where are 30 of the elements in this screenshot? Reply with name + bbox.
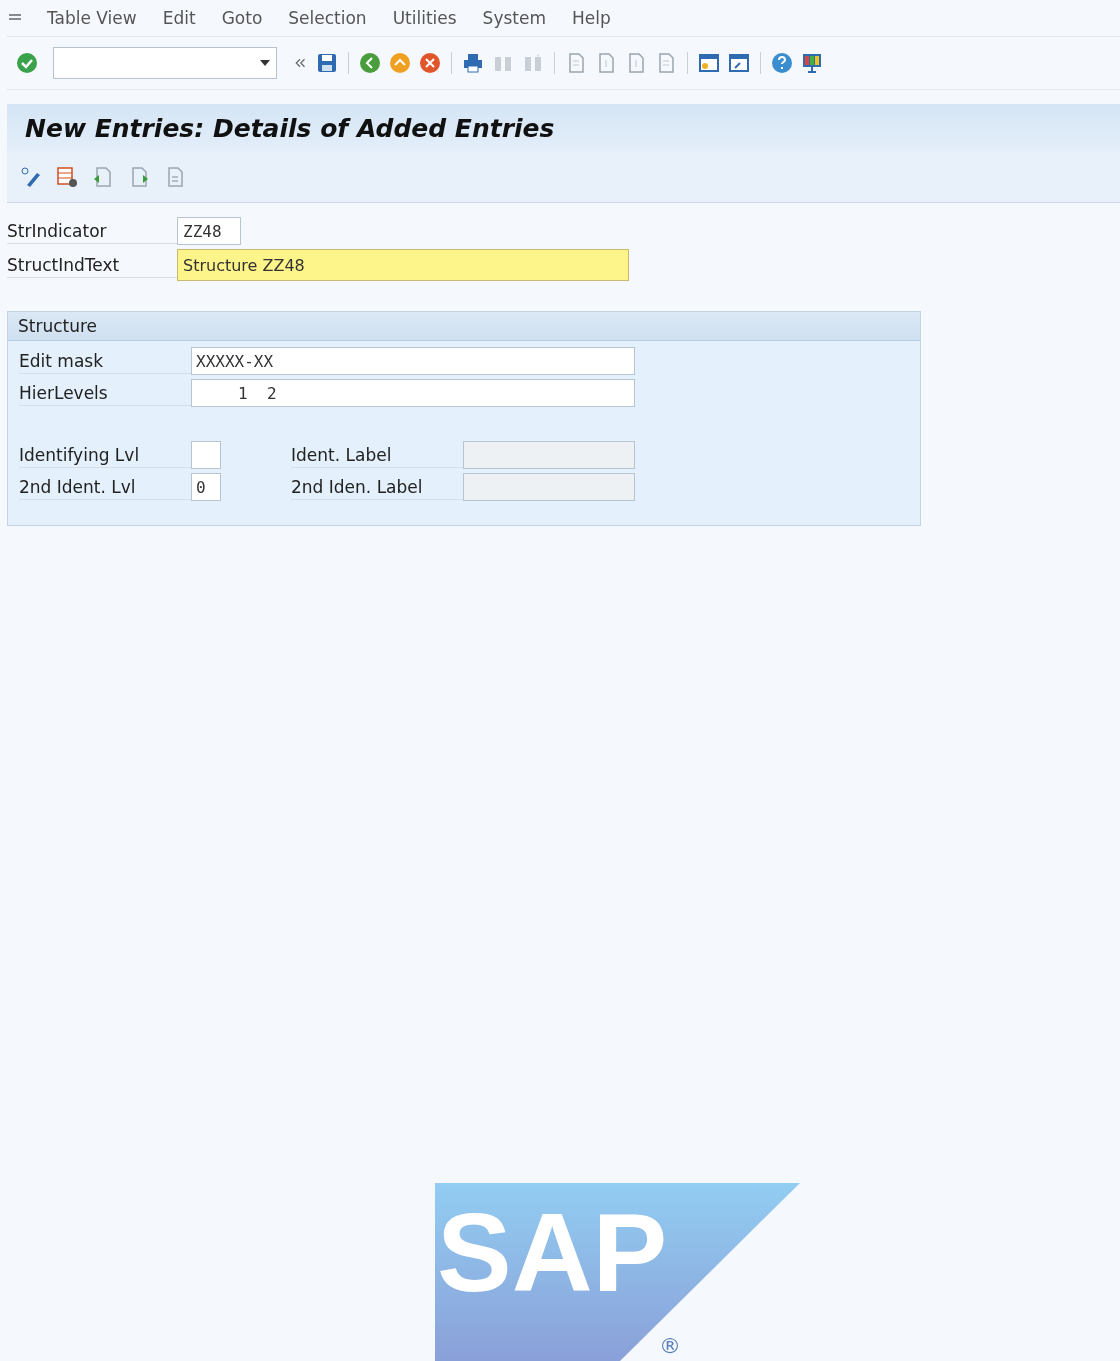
input-field[interactable]: 0 — [191, 473, 221, 501]
screen-title: New Entries: Details of Added Entries — [25, 113, 555, 143]
input-field[interactable]: 1 2 — [191, 379, 635, 407]
group-title: Structure — [8, 312, 920, 341]
logo: SAP ® — [435, 1183, 800, 1361]
menu-item[interactable]: Table View — [47, 8, 137, 28]
menu-item[interactable]: Goto — [221, 8, 263, 28]
window-icon[interactable] — [727, 51, 751, 75]
command-field[interactable] — [53, 47, 277, 79]
window-icon[interactable] — [697, 51, 721, 75]
back-icon[interactable] — [358, 51, 382, 75]
input-field[interactable]: XXXXX-XX — [191, 347, 635, 375]
help-icon[interactable] — [770, 51, 794, 75]
print-icon[interactable] — [461, 51, 485, 75]
menu-item[interactable]: System — [482, 8, 546, 28]
input-field[interactable]: ZZ48 — [177, 217, 241, 245]
menu-item[interactable]: Help — [572, 8, 611, 28]
dropdown-arrow-icon[interactable] — [260, 60, 270, 66]
input-field[interactable] — [191, 441, 221, 469]
menu-item[interactable]: Selection — [288, 8, 367, 28]
save-icon[interactable] — [315, 51, 339, 75]
menu-item[interactable]: Edit — [162, 8, 196, 28]
table-delete-icon[interactable] — [55, 165, 79, 189]
input-field[interactable]: Structure ZZ48 — [177, 249, 629, 281]
cancel-icon[interactable] — [418, 51, 442, 75]
monitor-icon[interactable] — [800, 51, 824, 75]
check-icon[interactable] — [15, 51, 39, 75]
exit-icon[interactable] — [388, 51, 412, 75]
menu-item[interactable]: Utilities — [392, 8, 457, 28]
menu-icon[interactable] — [9, 13, 21, 23]
